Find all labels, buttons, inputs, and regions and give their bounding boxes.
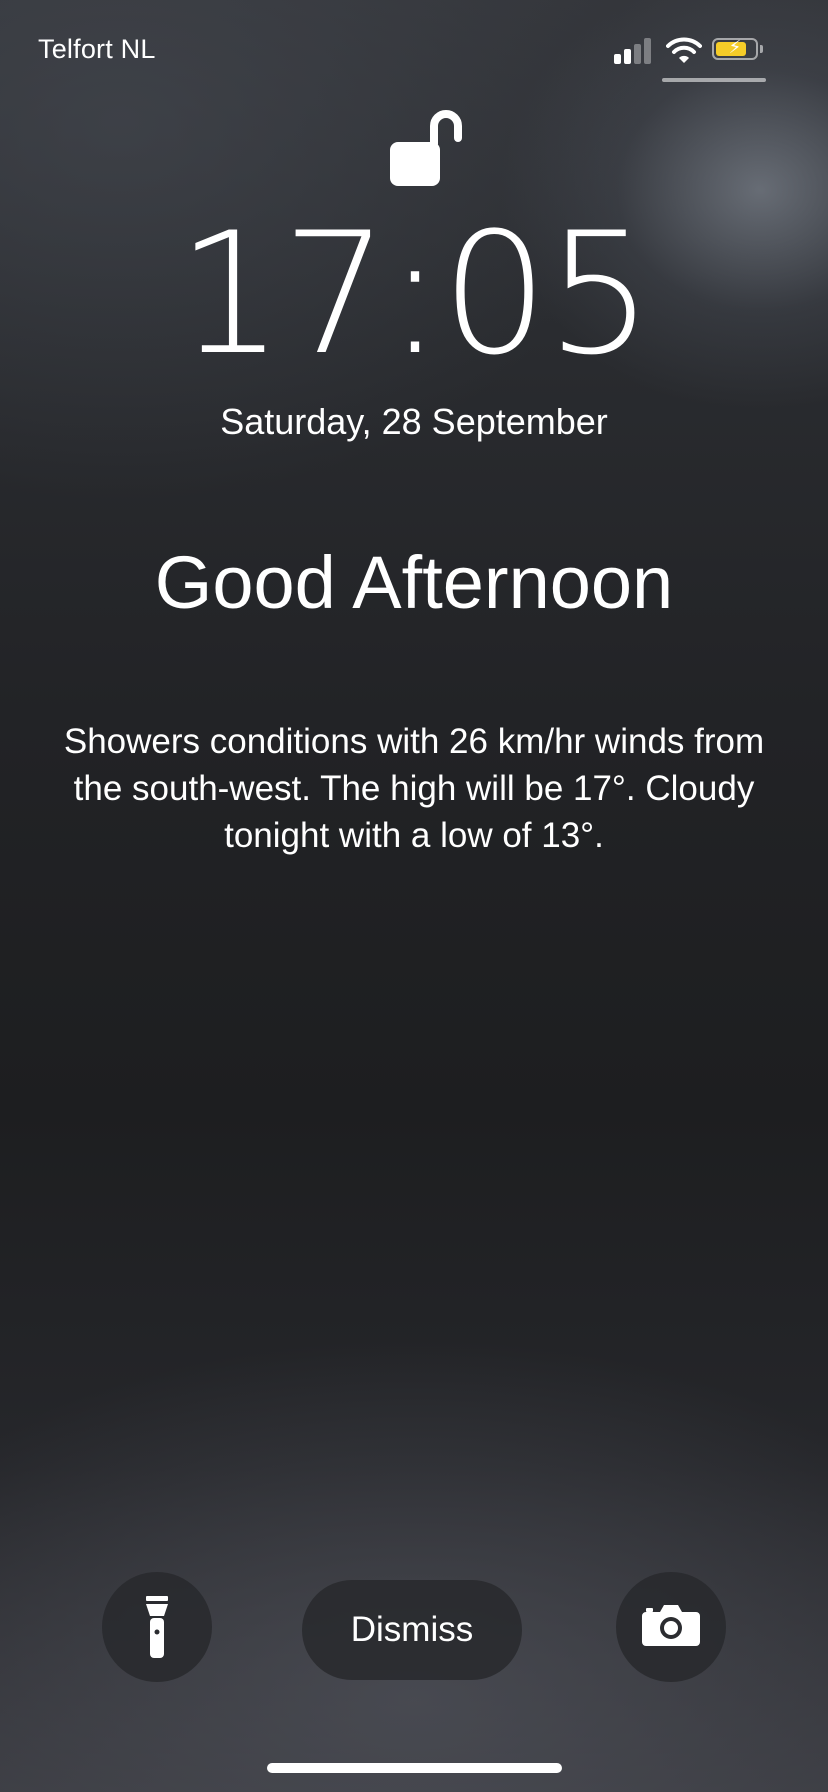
home-indicator[interactable] xyxy=(267,1763,562,1773)
signal-icon xyxy=(614,36,654,64)
lock-screen: Telfort NL ⚡ 17:05 Saturday, 28 Septembe… xyxy=(0,0,828,1792)
weather-summary: Showers conditions with 26 km/hr winds f… xyxy=(63,722,765,855)
clock-date: Saturday, 28 September xyxy=(220,401,608,442)
battery-icon: ⚡ xyxy=(712,37,758,60)
status-icons: ⚡ xyxy=(614,36,794,66)
greeting-title: Good Afternoon xyxy=(154,541,674,624)
wifi-icon xyxy=(666,37,702,63)
flashlight-icon xyxy=(146,1596,168,1658)
battery-tip xyxy=(760,45,763,53)
control-center-indicator[interactable] xyxy=(662,78,766,82)
clock-time: 17:05 xyxy=(176,196,653,392)
carrier-name: Telfort NL xyxy=(38,34,156,64)
dismiss-button[interactable]: Dismiss xyxy=(302,1580,522,1680)
charging-bolt-icon: ⚡ xyxy=(728,37,742,57)
camera-icon xyxy=(642,1605,700,1646)
unlocked-padlock-icon xyxy=(390,110,462,186)
flashlight-button[interactable] xyxy=(102,1572,212,1682)
camera-button[interactable] xyxy=(616,1572,726,1682)
